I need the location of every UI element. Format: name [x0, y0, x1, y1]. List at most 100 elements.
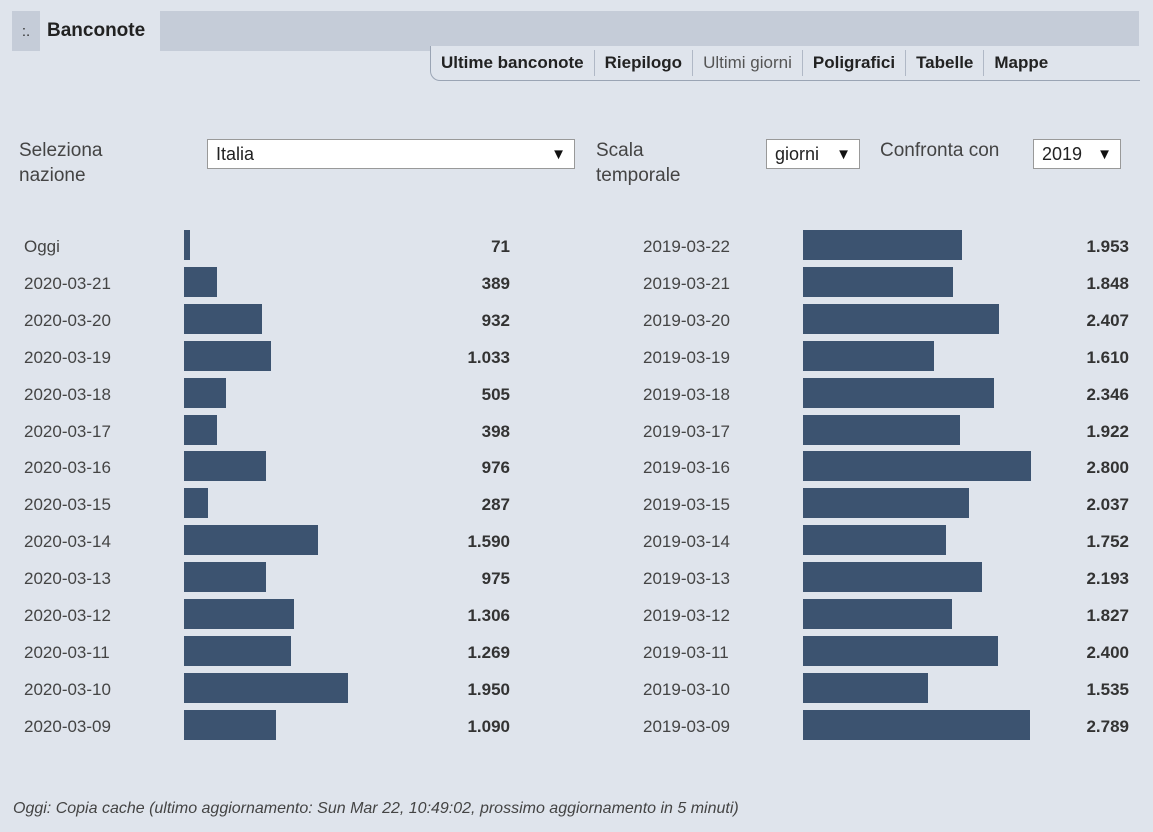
left-category-label: 2020-03-19	[24, 347, 111, 367]
country-select-value: Italia	[216, 143, 255, 164]
right-bar	[803, 377, 995, 408]
tab-ultimi-giorni[interactable]: Ultimi giorni	[693, 50, 803, 76]
left-bar	[184, 414, 218, 445]
right-category-label: 2019-03-18	[643, 384, 730, 404]
left-value-label: 1.950	[467, 679, 510, 699]
left-bar	[184, 340, 271, 371]
left-value-label: 398	[481, 421, 510, 441]
right-value-label: 2.193	[1086, 569, 1129, 589]
brand: :. Banconote	[12, 11, 160, 51]
right-value-label: 2.037	[1086, 495, 1129, 515]
left-bar	[184, 451, 267, 482]
left-bar	[184, 230, 190, 260]
scale-select[interactable]: giorni ▼	[766, 139, 860, 169]
left-bar	[184, 599, 294, 629]
right-value-label: 1.953	[1086, 237, 1129, 256]
right-category-label: 2019-03-20	[643, 310, 730, 330]
right-category-label: 2019-03-11	[643, 642, 729, 662]
right-value-label: 2.789	[1086, 716, 1129, 736]
compare-select[interactable]: 2019 ▼	[1033, 139, 1121, 169]
left-bar	[184, 266, 217, 297]
right-value-label: 1.922	[1086, 421, 1129, 441]
left-category-label: 2020-03-09	[24, 716, 111, 736]
right-category-label: 2019-03-12	[643, 606, 730, 625]
tab-riepilogo[interactable]: Riepilogo	[595, 50, 694, 76]
left-category-label: 2020-03-12	[24, 606, 111, 625]
right-value-label: 2.800	[1086, 458, 1129, 478]
left-value-label: 932	[481, 310, 510, 330]
footer-status: Oggi: Copia cache (ultimo aggiornamento:…	[13, 800, 739, 817]
right-category-label: 2019-03-21	[643, 273, 730, 293]
country-select[interactable]: Italia ▼	[207, 139, 575, 169]
left-category-label: 2020-03-17	[24, 421, 111, 441]
right-bar	[803, 230, 963, 260]
right-bar	[803, 599, 952, 629]
left-bar	[184, 562, 266, 593]
header-bar	[12, 11, 1139, 51]
left-value-label: 505	[481, 384, 510, 404]
right-bar	[803, 340, 935, 371]
tab-ultime-banconote[interactable]: Ultime banconote	[431, 50, 595, 76]
right-value-label: 1.827	[1086, 606, 1129, 625]
left-bar	[184, 488, 209, 519]
left-value-label: 71	[491, 237, 510, 256]
right-category-label: 2019-03-14	[643, 532, 730, 552]
left-category-label: 2020-03-14	[24, 532, 111, 552]
right-bar	[803, 303, 999, 334]
right-category-label: 2019-03-10	[643, 679, 730, 699]
left-category-label: 2020-03-21	[24, 273, 111, 293]
tab-poligrafici[interactable]: Poligrafici	[803, 50, 907, 76]
compare-label: Confronta con	[880, 140, 1000, 161]
left-value-label: 1.269	[467, 642, 510, 662]
country-label: Seleziona nazione	[19, 140, 103, 186]
right-bar	[803, 672, 928, 703]
left-category-label: 2020-03-18	[24, 384, 111, 404]
nav-tabs: Ultime banconote Riepilogo Ultimi giorni…	[430, 46, 1140, 81]
right-category-label: 2019-03-15	[643, 495, 730, 515]
right-value-label: 2.346	[1086, 384, 1129, 404]
left-bar	[184, 377, 227, 408]
right-category-label: 2019-03-22	[643, 237, 730, 256]
right-bar	[803, 451, 1031, 482]
right-bar	[803, 525, 946, 556]
right-value-label: 1.848	[1086, 273, 1129, 293]
right-bar	[803, 266, 954, 297]
left-category-label: 2020-03-11	[24, 642, 110, 662]
left-category-label: 2020-03-16	[24, 458, 111, 478]
left-value-label: 975	[481, 569, 510, 589]
left-value-label: 1.306	[467, 606, 510, 625]
left-category-label: 2020-03-10	[24, 679, 111, 699]
right-value-label: 1.535	[1086, 679, 1129, 699]
left-bar	[184, 672, 348, 703]
left-value-label: 389	[481, 273, 510, 293]
chevron-down-icon: ▼	[836, 145, 851, 163]
right-bar	[803, 414, 960, 445]
tab-tabelle[interactable]: Tabelle	[906, 50, 985, 76]
menu-handle-icon[interactable]: :.	[12, 11, 40, 51]
right-value-label: 1.610	[1086, 347, 1129, 367]
chevron-down-icon: ▼	[1097, 145, 1112, 163]
right-bar	[803, 562, 982, 593]
page-title: Banconote	[47, 20, 146, 41]
right-bar	[803, 635, 999, 666]
left-category-label: 2020-03-15	[24, 495, 111, 515]
left-category-label: 2020-03-20	[24, 310, 111, 330]
right-category-label: 2019-03-17	[643, 421, 730, 441]
right-value-label: 2.400	[1086, 642, 1129, 662]
right-value-label: 1.752	[1086, 532, 1129, 552]
left-value-label: 1.090	[467, 716, 510, 736]
left-bar	[184, 635, 291, 666]
left-bar	[184, 525, 318, 556]
tab-mappe[interactable]: Mappe	[984, 50, 1058, 76]
left-value-label: 1.033	[467, 347, 510, 367]
right-bar	[803, 488, 969, 519]
chevron-down-icon: ▼	[551, 145, 566, 163]
left-value-label: 976	[481, 458, 510, 478]
right-bar	[803, 709, 1031, 740]
right-category-label: 2019-03-09	[643, 716, 730, 736]
scale-select-value: giorni	[775, 143, 820, 164]
left-bar	[184, 303, 263, 334]
left-value-label: 287	[481, 495, 510, 515]
scale-label: Scala temporale	[596, 140, 681, 186]
left-category-label: 2020-03-13	[24, 569, 111, 589]
